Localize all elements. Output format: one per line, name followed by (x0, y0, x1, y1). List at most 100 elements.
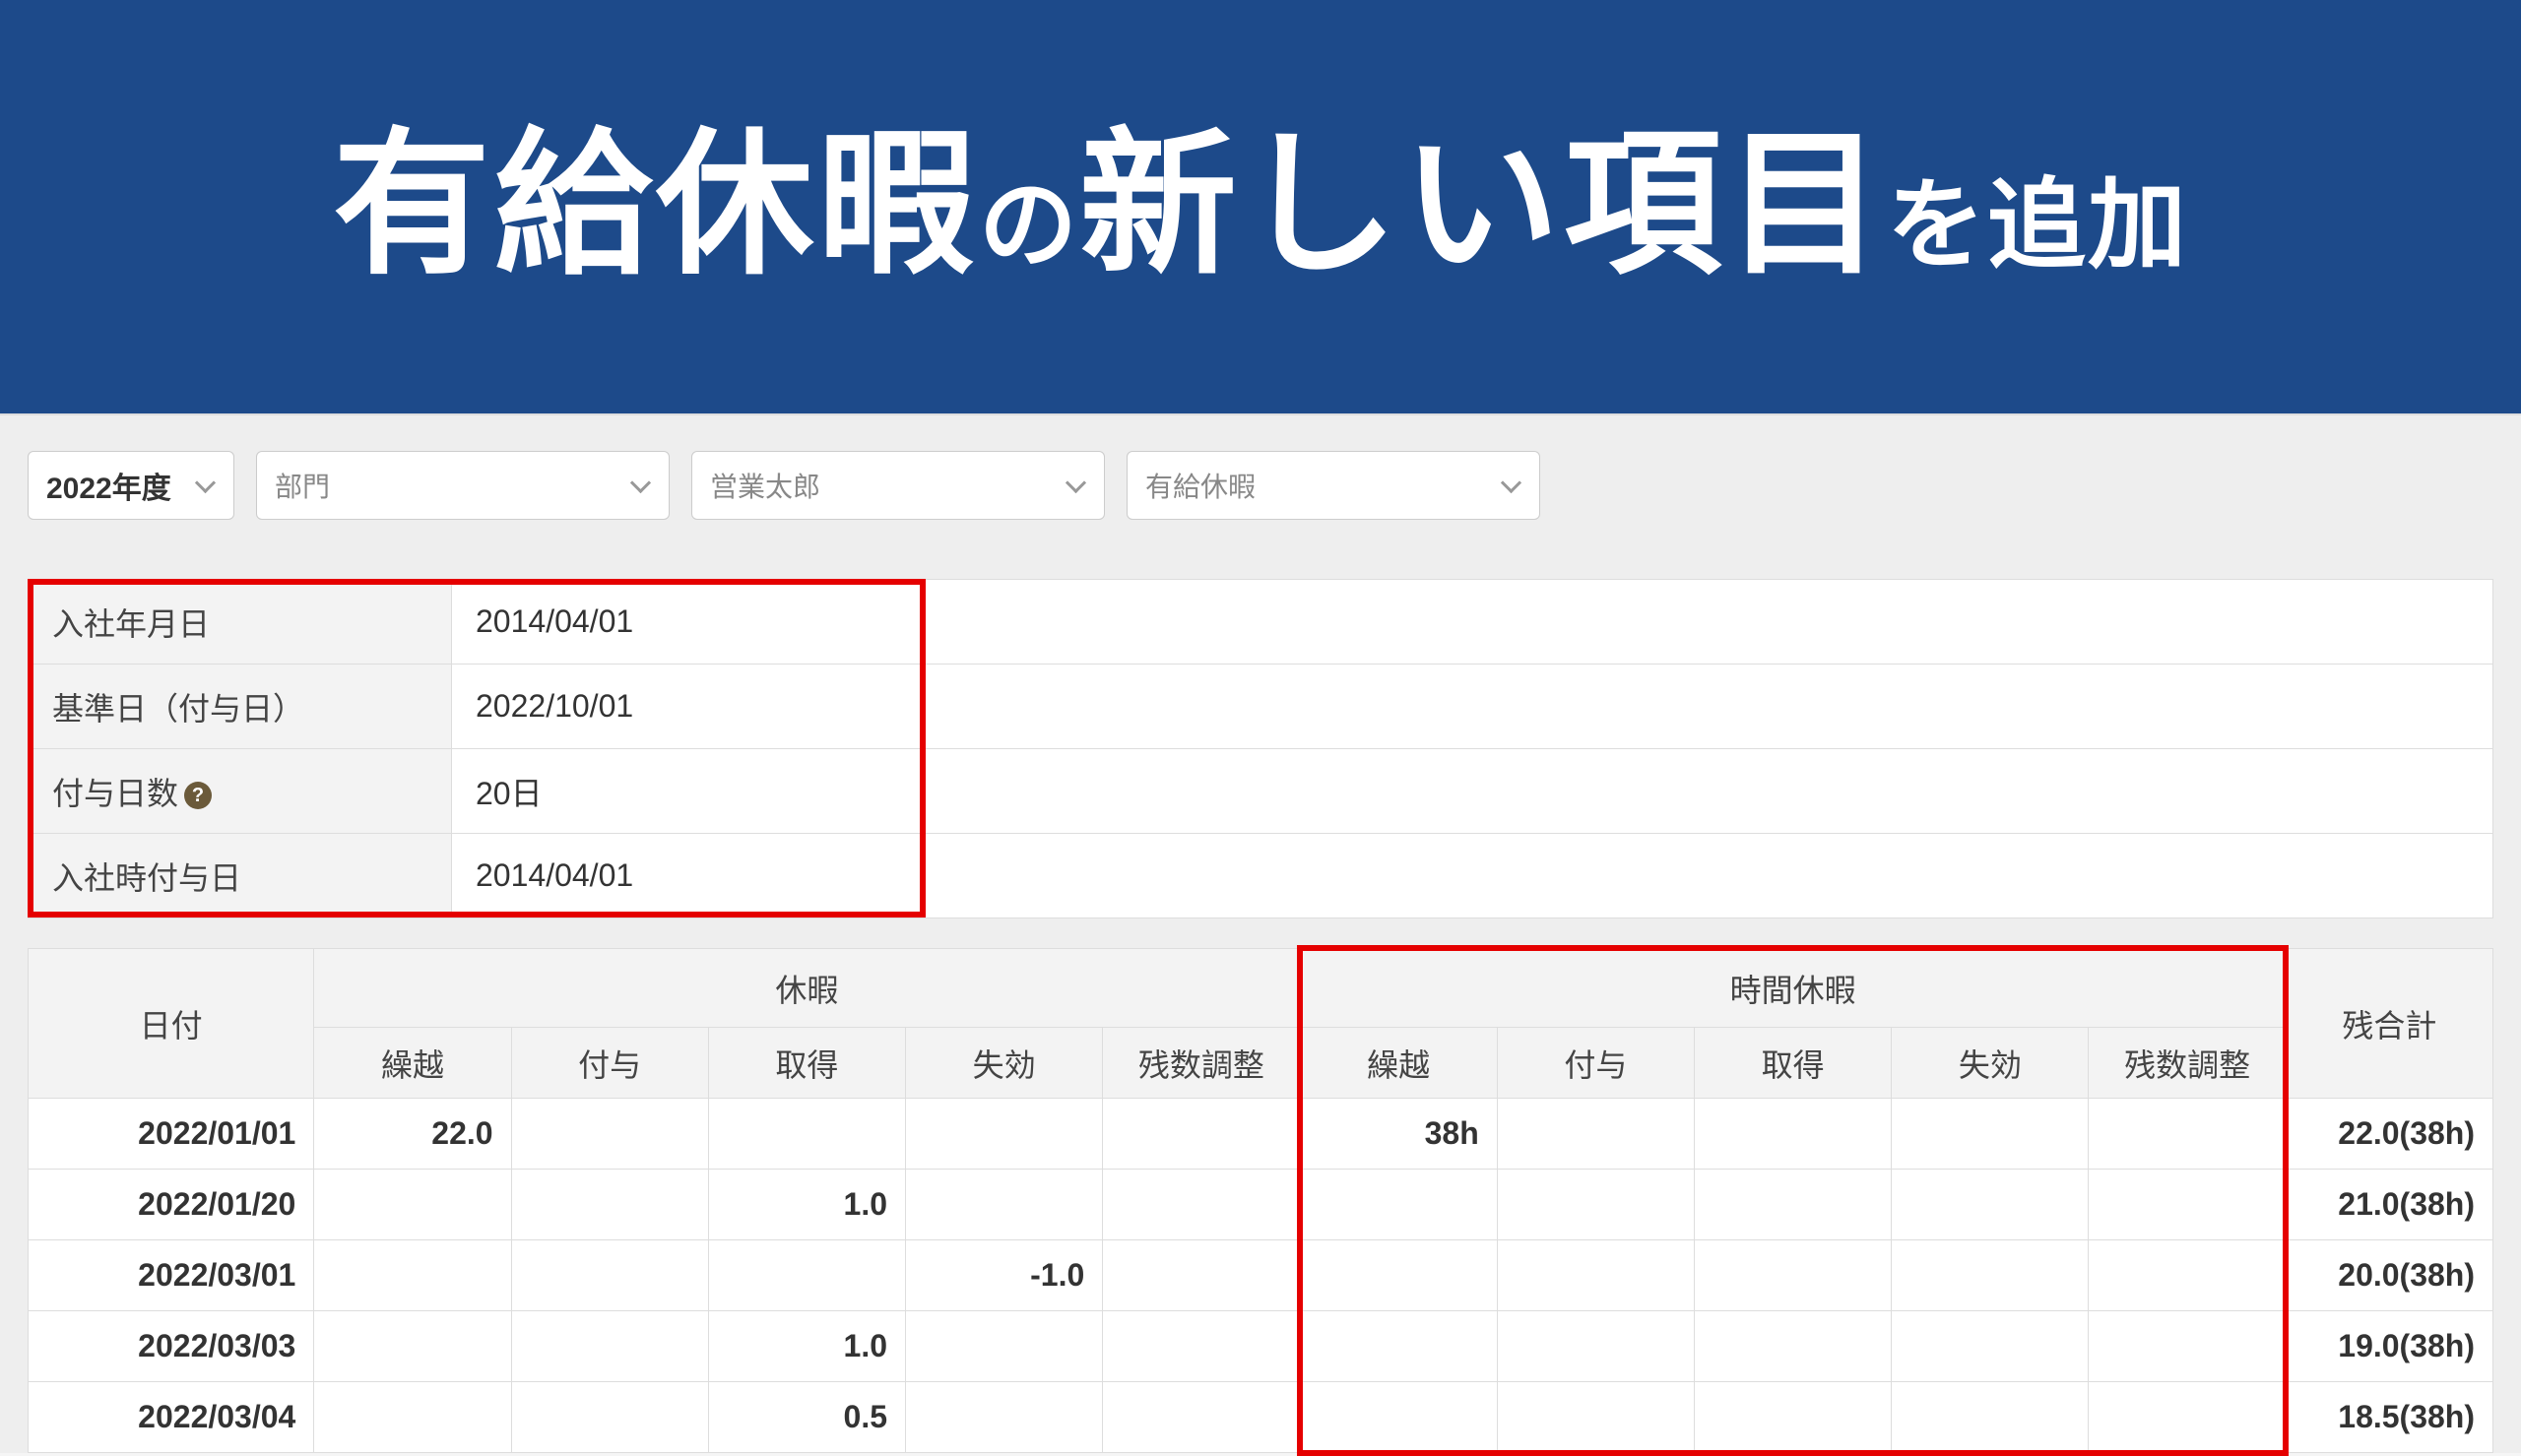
col-time-adjust: 残数調整 (2089, 1028, 2286, 1099)
chevron-down-icon (1502, 475, 1521, 495)
cell-l_adjust (1103, 1240, 1300, 1311)
col-leave-carry: 繰越 (314, 1028, 511, 1099)
cell-total: 18.5(38h) (2286, 1382, 2492, 1453)
cell-t_carry (1300, 1382, 1497, 1453)
cell-l_adjust (1103, 1382, 1300, 1453)
cell-t_carry (1300, 1170, 1497, 1240)
info-label: 入社時付与日 (29, 834, 452, 918)
cell-l_grant (511, 1382, 708, 1453)
cell-l_grant (511, 1240, 708, 1311)
page-title: 有給休暇 の 新しい項目 を追加 (333, 126, 2188, 287)
table-row: 2022/03/01-1.020.0(38h) (29, 1240, 2493, 1311)
employee-select[interactable]: 営業太郎 (691, 451, 1105, 520)
info-row: 基準日（付与日）2022/10/01 (29, 665, 2493, 749)
col-leave-expire: 失効 (906, 1028, 1103, 1099)
cell-t_taken (1694, 1382, 1891, 1453)
cell-total: 19.0(38h) (2286, 1311, 2492, 1382)
filter-bar: 2022年度 部門 営業太郎 有給休暇 (28, 451, 2493, 520)
cell-t_adjust (2089, 1099, 2286, 1170)
department-select[interactable]: 部門 (256, 451, 670, 520)
help-icon[interactable]: ? (184, 782, 212, 809)
cell-date: 2022/03/04 (29, 1382, 314, 1453)
chevron-down-icon (196, 475, 216, 495)
cell-t_adjust (2089, 1311, 2286, 1382)
col-time-carry: 繰越 (1300, 1028, 1497, 1099)
col-leave-adjust: 残数調整 (1103, 1028, 1300, 1099)
cell-t_expire (1892, 1311, 2089, 1382)
col-time-taken: 取得 (1694, 1028, 1891, 1099)
col-leave-group: 休暇 (314, 949, 1300, 1028)
cell-t_grant (1497, 1170, 1694, 1240)
cell-t_grant (1497, 1099, 1694, 1170)
info-value: 2014/04/01 (452, 580, 2493, 665)
cell-l_expire (906, 1311, 1103, 1382)
cell-t_grant (1497, 1311, 1694, 1382)
col-time-expire: 失効 (1892, 1028, 2089, 1099)
col-time-grant: 付与 (1497, 1028, 1694, 1099)
cell-t_expire (1892, 1240, 2089, 1311)
cell-l_taken (708, 1240, 905, 1311)
chevron-down-icon (631, 475, 651, 495)
info-label: 付与日数? (29, 749, 452, 834)
cell-l_grant (511, 1311, 708, 1382)
cell-l_carry (314, 1382, 511, 1453)
chevron-down-icon (1067, 475, 1086, 495)
table-row: 2022/03/040.518.5(38h) (29, 1382, 2493, 1453)
cell-date: 2022/03/01 (29, 1240, 314, 1311)
info-table: 入社年月日2014/04/01基準日（付与日）2022/10/01付与日数?20… (28, 579, 2493, 918)
cell-t_expire (1892, 1382, 2089, 1453)
cell-l_taken: 1.0 (708, 1311, 905, 1382)
col-leave-grant: 付与 (511, 1028, 708, 1099)
cell-t_grant (1497, 1240, 1694, 1311)
cell-l_grant (511, 1170, 708, 1240)
cell-l_grant (511, 1099, 708, 1170)
cell-total: 22.0(38h) (2286, 1099, 2492, 1170)
cell-l_taken (708, 1099, 905, 1170)
info-row: 入社時付与日2014/04/01 (29, 834, 2493, 918)
cell-l_expire (906, 1099, 1103, 1170)
cell-t_taken (1694, 1311, 1891, 1382)
cell-l_adjust (1103, 1099, 1300, 1170)
info-value: 2022/10/01 (452, 665, 2493, 749)
cell-l_carry (314, 1311, 511, 1382)
cell-total: 21.0(38h) (2286, 1170, 2492, 1240)
cell-t_grant (1497, 1382, 1694, 1453)
year-select[interactable]: 2022年度 (28, 451, 234, 520)
cell-t_taken (1694, 1170, 1891, 1240)
cell-t_adjust (2089, 1170, 2286, 1240)
leave-type-select-label: 有給休暇 (1145, 466, 1256, 505)
cell-t_carry (1300, 1311, 1497, 1382)
data-section: 日付 休暇 時間休暇 残合計 繰越 付与 取得 失効 残数調整 繰越 付与 取得… (28, 948, 2493, 1453)
info-label: 基準日（付与日） (29, 665, 452, 749)
title-part3: 新しい項目 (1079, 126, 1887, 284)
cell-total: 20.0(38h) (2286, 1240, 2492, 1311)
cell-t_carry: 38h (1300, 1099, 1497, 1170)
cell-l_carry (314, 1240, 511, 1311)
cell-l_expire (906, 1170, 1103, 1240)
info-label: 入社年月日 (29, 580, 452, 665)
cell-t_expire (1892, 1099, 2089, 1170)
table-row: 2022/01/0122.038h22.0(38h) (29, 1099, 2493, 1170)
cell-date: 2022/01/20 (29, 1170, 314, 1240)
cell-t_carry (1300, 1240, 1497, 1311)
col-date: 日付 (29, 949, 314, 1099)
cell-t_adjust (2089, 1382, 2286, 1453)
cell-date: 2022/03/03 (29, 1311, 314, 1382)
leave-type-select[interactable]: 有給休暇 (1127, 451, 1540, 520)
cell-date: 2022/01/01 (29, 1099, 314, 1170)
info-value: 2014/04/01 (452, 834, 2493, 918)
cell-t_expire (1892, 1170, 2089, 1240)
content-area: 2022年度 部門 営業太郎 有給休暇 入社年月日2014/04/01基準日（付… (0, 413, 2521, 1453)
cell-l_expire (906, 1382, 1103, 1453)
col-total: 残合計 (2286, 949, 2492, 1099)
department-select-label: 部門 (275, 466, 330, 505)
col-leave-taken: 取得 (708, 1028, 905, 1099)
cell-t_taken (1694, 1099, 1891, 1170)
info-row: 入社年月日2014/04/01 (29, 580, 2493, 665)
title-part4: を追加 (1887, 145, 2188, 287)
employee-select-label: 営業太郎 (710, 466, 820, 505)
title-part2: の (979, 145, 1079, 287)
table-row: 2022/01/201.021.0(38h) (29, 1170, 2493, 1240)
year-select-label: 2022年度 (46, 464, 171, 507)
info-row: 付与日数?20日 (29, 749, 2493, 834)
